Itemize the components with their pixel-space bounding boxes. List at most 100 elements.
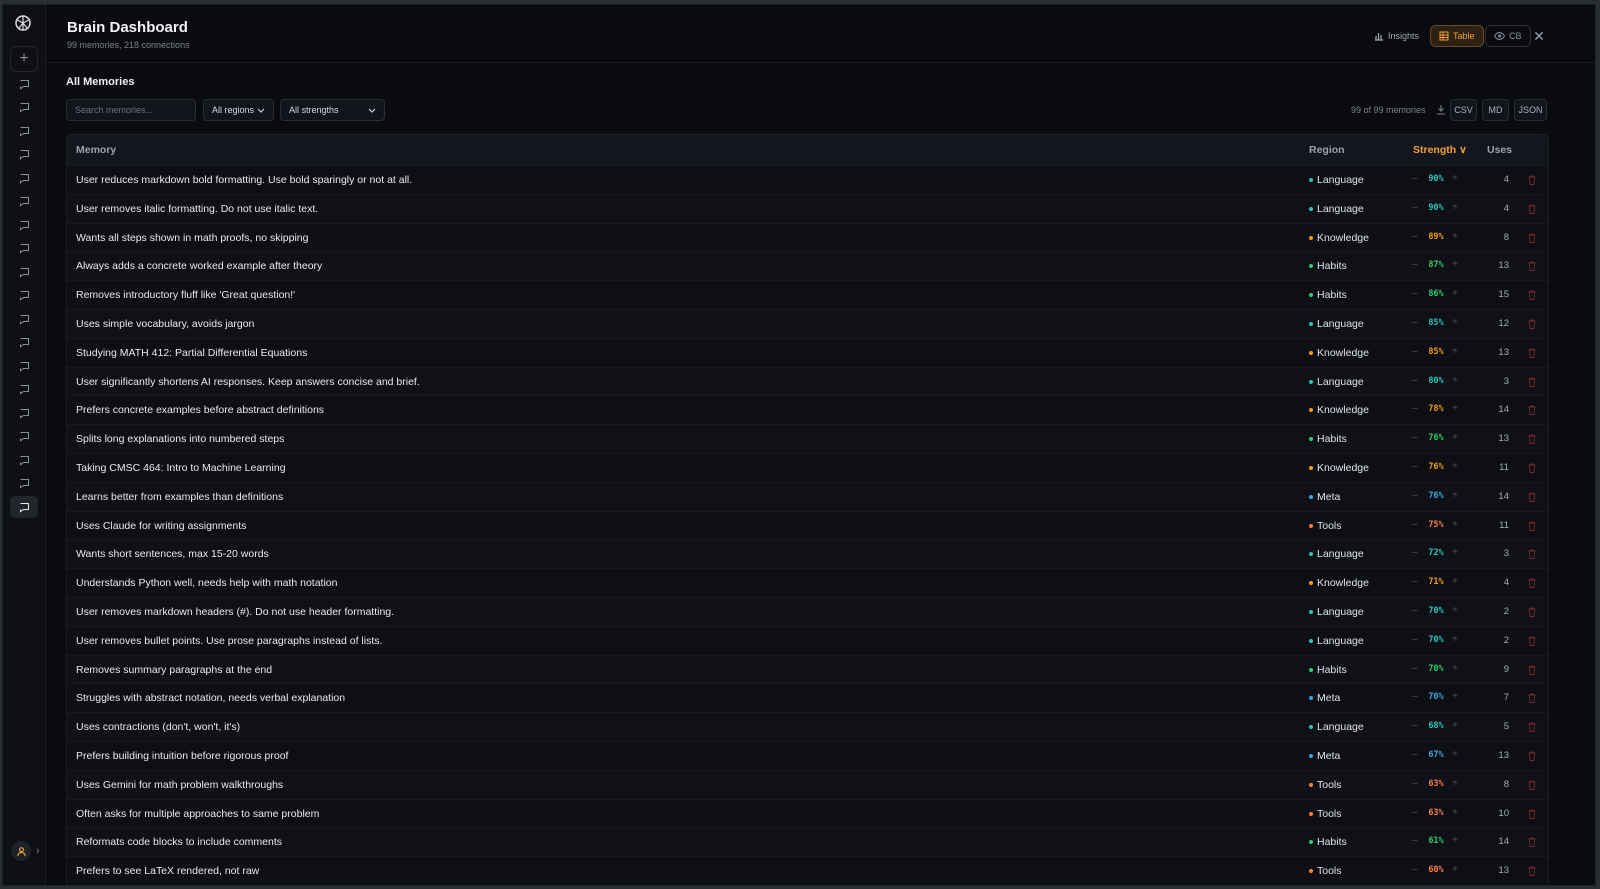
increase-strength-button[interactable]: + <box>1452 432 1458 443</box>
trash-icon[interactable] <box>1528 578 1536 589</box>
table-row[interactable]: Removes introductory fluff like 'Great q… <box>67 280 1548 309</box>
decrease-strength-button[interactable]: – <box>1412 519 1418 530</box>
column-region[interactable]: Region <box>1309 144 1345 156</box>
column-uses[interactable]: Uses <box>1487 144 1512 156</box>
table-row[interactable]: Struggles with abstract notation, needs … <box>67 683 1548 712</box>
table-row[interactable]: Prefers to see LaTeX rendered, not raw To… <box>67 856 1548 885</box>
decrease-strength-button[interactable]: – <box>1412 835 1418 846</box>
increase-strength-button[interactable]: + <box>1452 691 1458 702</box>
sidebar-chat-item[interactable] <box>10 120 38 142</box>
increase-strength-button[interactable]: + <box>1452 231 1458 242</box>
sidebar-chat-item[interactable] <box>10 473 38 495</box>
sidebar-chat-item[interactable] <box>10 261 38 283</box>
trash-icon[interactable] <box>1528 434 1536 445</box>
column-strength[interactable]: Strength ∨ <box>1413 144 1467 156</box>
trash-icon[interactable] <box>1528 607 1536 617</box>
decrease-strength-button[interactable]: – <box>1412 173 1418 184</box>
increase-strength-button[interactable]: + <box>1452 288 1458 299</box>
decrease-strength-button[interactable]: – <box>1412 634 1418 645</box>
logo-icon[interactable] <box>13 13 33 33</box>
sidebar-chat-item[interactable] <box>10 426 38 448</box>
increase-strength-button[interactable]: + <box>1452 375 1458 386</box>
increase-strength-button[interactable]: + <box>1452 720 1458 731</box>
trash-icon[interactable] <box>1528 204 1536 214</box>
table-row[interactable]: Uses simple vocabulary, avoids jargon Lan… <box>67 308 1548 338</box>
table-row[interactable]: User removes bullet points. Use prose pa… <box>67 625 1548 655</box>
sidebar-chat-item[interactable] <box>10 214 38 236</box>
decrease-strength-button[interactable]: – <box>1412 317 1418 328</box>
increase-strength-button[interactable]: + <box>1452 519 1458 530</box>
increase-strength-button[interactable]: + <box>1452 173 1458 184</box>
table-row[interactable]: Learns better from examples than definit… <box>67 481 1548 511</box>
table-row[interactable]: Wants short sentences, max 15-20 words La… <box>67 539 1548 569</box>
decrease-strength-button[interactable]: – <box>1412 432 1418 443</box>
strength-filter-select[interactable]: All strengths <box>280 99 385 121</box>
trash-icon[interactable] <box>1528 751 1536 761</box>
sidebar-chat-item[interactable] <box>10 73 38 95</box>
search-input[interactable] <box>66 99 196 121</box>
table-row[interactable]: Prefers building intuition before rigoro… <box>67 740 1548 770</box>
increase-strength-button[interactable]: + <box>1452 461 1458 472</box>
increase-strength-button[interactable]: + <box>1452 576 1458 587</box>
trash-icon[interactable] <box>1528 549 1536 560</box>
increase-strength-button[interactable]: + <box>1452 202 1458 213</box>
plus-icon[interactable]: + <box>10 46 38 72</box>
table-row[interactable]: Often asks for multiple approaches to sa… <box>67 798 1548 828</box>
user-icon[interactable] <box>11 841 31 861</box>
sidebar-chat-item[interactable] <box>10 355 38 377</box>
trash-icon[interactable] <box>1528 837 1536 848</box>
sidebar-chat-item[interactable] <box>10 402 38 424</box>
increase-strength-button[interactable]: + <box>1452 259 1458 270</box>
increase-strength-button[interactable]: + <box>1452 634 1458 645</box>
decrease-strength-button[interactable]: – <box>1412 490 1418 501</box>
increase-strength-button[interactable]: + <box>1452 317 1458 328</box>
decrease-strength-button[interactable]: – <box>1412 288 1418 299</box>
decrease-strength-button[interactable]: – <box>1412 605 1418 616</box>
trash-icon[interactable] <box>1528 377 1536 387</box>
table-row[interactable]: Reformats code blocks to include comment… <box>67 827 1548 857</box>
increase-strength-button[interactable]: + <box>1452 605 1458 616</box>
table-row[interactable]: Understands Python well, needs help with… <box>67 568 1548 597</box>
region-filter-select[interactable]: All regions <box>203 99 274 121</box>
trash-icon[interactable] <box>1528 636 1536 646</box>
trash-icon[interactable] <box>1528 348 1536 358</box>
table-row[interactable]: User reduces markdown bold formatting. U… <box>67 165 1548 194</box>
trash-icon[interactable] <box>1528 233 1536 243</box>
table-row[interactable]: Studying MATH 412: Partial Differential … <box>67 337 1548 367</box>
sidebar-chat-item[interactable] <box>10 285 38 307</box>
decrease-strength-button[interactable]: – <box>1412 375 1418 386</box>
sidebar-chat-item[interactable] <box>10 191 38 213</box>
trash-icon[interactable] <box>1528 405 1536 416</box>
sidebar-chat-item[interactable] <box>10 308 38 330</box>
increase-strength-button[interactable]: + <box>1452 807 1458 818</box>
decrease-strength-button[interactable]: – <box>1412 807 1418 818</box>
trash-icon[interactable] <box>1528 463 1536 473</box>
trash-icon[interactable] <box>1528 809 1536 819</box>
increase-strength-button[interactable]: + <box>1452 835 1458 846</box>
sidebar-chat-item[interactable] <box>10 238 38 260</box>
trash-icon[interactable] <box>1528 866 1536 877</box>
increase-strength-button[interactable]: + <box>1452 864 1458 875</box>
trash-icon[interactable] <box>1528 175 1536 185</box>
trash-icon[interactable] <box>1528 665 1536 675</box>
insights-button[interactable]: Insights <box>1366 25 1427 47</box>
trash-icon[interactable] <box>1528 492 1536 502</box>
table-row[interactable]: User removes italic formatting. Do not u… <box>67 193 1548 223</box>
trash-icon[interactable] <box>1528 693 1536 704</box>
decrease-strength-button[interactable]: – <box>1412 403 1418 414</box>
decrease-strength-button[interactable]: – <box>1412 202 1418 213</box>
decrease-strength-button[interactable]: – <box>1412 691 1418 702</box>
table-row[interactable]: User removes markdown headers (#). Do no… <box>67 596 1548 626</box>
increase-strength-button[interactable]: + <box>1452 663 1458 674</box>
export-csv-button[interactable]: CSV <box>1450 99 1477 121</box>
decrease-strength-button[interactable]: – <box>1412 749 1418 760</box>
export-json-button[interactable]: JSON <box>1514 99 1547 121</box>
decrease-strength-button[interactable]: – <box>1412 576 1418 587</box>
sidebar-chat-item[interactable] <box>10 97 38 119</box>
table-row[interactable]: Splits long explanations into numbered s… <box>67 424 1548 453</box>
table-row[interactable]: Always adds a concrete worked example af… <box>67 251 1548 281</box>
decrease-strength-button[interactable]: – <box>1412 547 1418 558</box>
trash-icon[interactable] <box>1528 780 1536 790</box>
table-row[interactable]: Taking CMSC 464: Intro to Machine Learni… <box>67 452 1548 482</box>
trash-icon[interactable] <box>1528 290 1536 301</box>
